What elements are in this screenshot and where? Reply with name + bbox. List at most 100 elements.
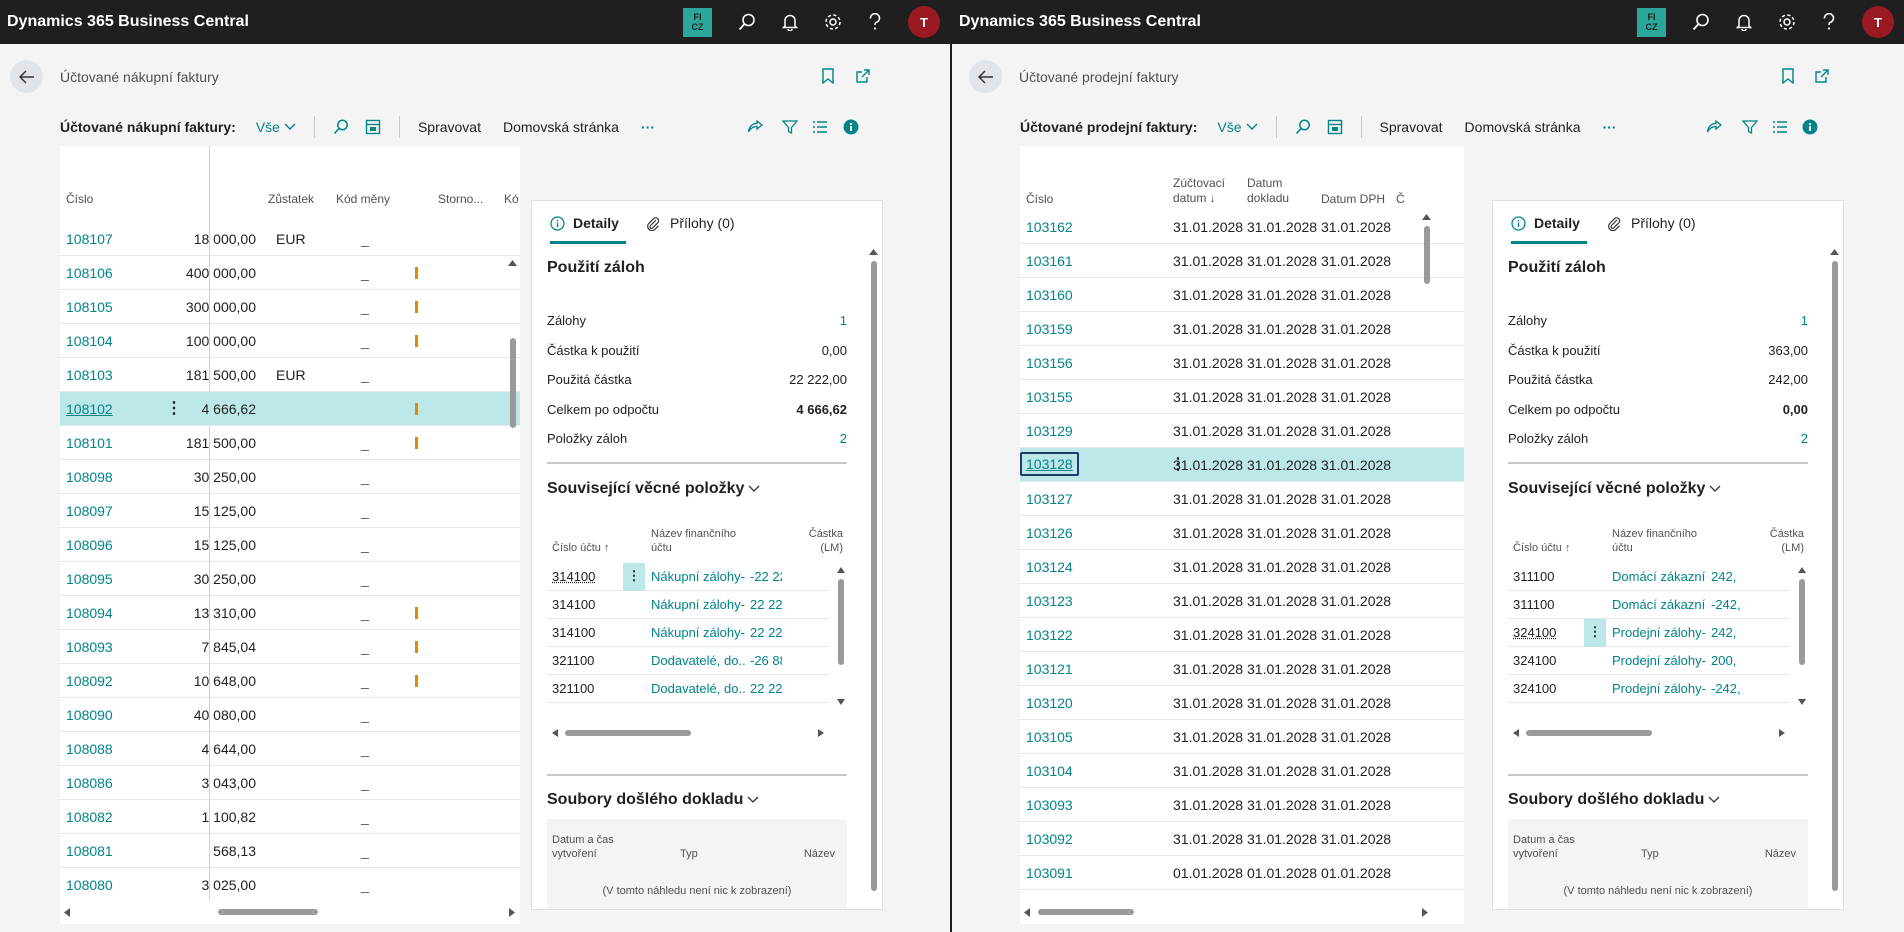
amount-link[interactable]: -26 88 — [750, 653, 782, 668]
table-row[interactable]: 103129 31.01.2028 31.01.2028 31.01.2028 — [1020, 414, 1464, 448]
scroll-up-arrow[interactable] — [1798, 567, 1806, 573]
account-name-link[interactable]: Domácí zákazníc... — [1612, 597, 1706, 612]
invoice-number-link[interactable]: 103160 — [1026, 287, 1073, 303]
gear-icon[interactable] — [1778, 13, 1796, 31]
scroll-left-arrow[interactable] — [64, 908, 70, 917]
gl-entry-row[interactable]: 324100 Prodejní zálohy-... -242, — [1508, 675, 1790, 703]
scroll-right-arrow[interactable] — [1779, 729, 1785, 737]
scroll-up-arrow[interactable] — [1830, 249, 1839, 255]
amount-link[interactable]: 22 22 — [750, 681, 782, 696]
account-no-cell[interactable]: 324100 — [1513, 681, 1556, 696]
invoice-number-link[interactable]: 108082 — [66, 809, 113, 825]
row-menu-icon[interactable]: ⋮ — [1584, 619, 1606, 647]
invoice-number-link[interactable]: 108097 — [66, 503, 113, 519]
account-no-cell[interactable]: 321100 — [552, 653, 594, 668]
share-icon[interactable] — [747, 119, 763, 135]
col-document-date[interactable]: Datum dokladu — [1247, 176, 1289, 206]
related-gl-entries-header[interactable]: Související věcné položky — [547, 480, 760, 498]
invoice-number-link[interactable]: 103124 — [1026, 559, 1073, 575]
table-row[interactable]: 103155 31.01.2028 31.01.2028 31.01.2028 — [1020, 380, 1464, 414]
user-avatar[interactable]: T — [908, 6, 940, 38]
account-no-cell[interactable]: 324100 — [1513, 653, 1556, 668]
filter-dropdown[interactable]: Vše — [256, 119, 296, 135]
table-row[interactable]: 103093 31.01.2028 31.01.2028 31.01.2028 — [1020, 788, 1464, 822]
bookmark-icon[interactable] — [1782, 68, 1794, 84]
scroll-left-arrow[interactable] — [1024, 908, 1030, 917]
home-menu[interactable]: Domovská stránka — [503, 119, 619, 135]
back-button[interactable] — [969, 60, 1002, 93]
edit-list-icon[interactable] — [1327, 119, 1343, 135]
vertical-scrollbar[interactable] — [838, 579, 844, 665]
table-row[interactable]: 103105 31.01.2028 31.01.2028 31.01.2028 — [1020, 720, 1464, 754]
col-created[interactable]: Datum a čas vytvoření — [552, 833, 614, 861]
tab-attachments[interactable]: Přílohy (0) — [646, 215, 735, 231]
amount-link[interactable]: -242, — [1711, 597, 1743, 612]
invoice-number-link[interactable]: 108094 — [66, 605, 113, 621]
manage-menu[interactable]: Spravovat — [418, 119, 481, 135]
tab-details[interactable]: Detaily — [550, 215, 619, 231]
table-row[interactable]: 108090 40 080,00 _ — [60, 698, 520, 732]
table-row[interactable]: 108095 30 250,00 _ — [60, 562, 520, 596]
field-value[interactable]: 1 — [840, 313, 847, 328]
account-no-cell[interactable]: 311100 — [1513, 597, 1554, 612]
invoice-number-link[interactable]: 108086 — [66, 775, 113, 791]
table-row[interactable]: 108086 3 043,00 _ — [60, 766, 520, 800]
invoice-number-link[interactable]: 108095 — [66, 571, 113, 587]
table-row[interactable]: 103121 31.01.2028 31.01.2028 31.01.2028 — [1020, 652, 1464, 686]
invoice-number-link[interactable]: 103093 — [1026, 797, 1073, 813]
invoice-number-link[interactable]: 108101 — [66, 435, 113, 451]
col-type[interactable]: Typ — [1641, 847, 1659, 861]
table-row[interactable]: 108093 7 845,04 _ — [60, 630, 520, 664]
bookmark-icon[interactable] — [822, 68, 834, 84]
horizontal-scrollbar[interactable] — [218, 909, 318, 915]
invoice-number-link[interactable]: 108090 — [66, 707, 113, 723]
table-row[interactable]: 103162 31.01.2028 31.01.2028 31.01.2028 — [1020, 210, 1464, 244]
invoice-number-link[interactable]: 103155 — [1026, 389, 1073, 405]
account-name-link[interactable]: Dodavatelé, do... — [651, 653, 745, 668]
invoice-number-link[interactable]: 108092 — [66, 673, 113, 689]
invoice-number-link[interactable]: 108098 — [66, 469, 113, 485]
scroll-right-arrow[interactable] — [818, 729, 824, 737]
invoice-number-link[interactable]: 108106 — [66, 265, 113, 281]
invoice-number-link[interactable]: 103127 — [1026, 491, 1073, 507]
app-title[interactable]: Dynamics 365 Business Central — [0, 13, 249, 31]
col-name[interactable]: Název — [1765, 847, 1796, 861]
table-row[interactable]: 103091 01.01.2028 01.01.2028 01.01.2028 — [1020, 856, 1464, 890]
table-row[interactable]: 103122 31.01.2028 31.01.2028 31.01.2028 — [1020, 618, 1464, 652]
col-account-name[interactable]: Název finančního účtu — [651, 527, 736, 555]
company-badge[interactable]: FI CZ — [683, 7, 712, 37]
list-view-icon[interactable] — [812, 119, 828, 135]
table-row[interactable]: 103124 31.01.2028 31.01.2028 31.01.2028 — [1020, 550, 1464, 584]
field-value[interactable]: 2 — [840, 431, 847, 446]
scroll-up-arrow[interactable] — [508, 260, 517, 266]
vertical-scrollbar[interactable] — [1832, 261, 1838, 891]
invoice-number-link[interactable]: 108096 — [66, 537, 113, 553]
scroll-left-arrow[interactable] — [1513, 729, 1519, 737]
gl-entry-row[interactable]: 324100 ⋮ Prodejní zálohy-... 242, — [1508, 619, 1790, 647]
bell-icon[interactable] — [782, 13, 798, 31]
search-icon[interactable] — [1295, 119, 1311, 135]
table-row[interactable]: 108098 30 250,00 _ — [60, 460, 520, 494]
col-account-no[interactable]: Číslo účtu ↑ — [1513, 541, 1570, 555]
invoice-number-link[interactable]: 108088 — [66, 741, 113, 757]
col-number[interactable]: Číslo — [1026, 192, 1053, 206]
share-icon[interactable] — [1706, 119, 1722, 135]
invoice-number-link[interactable]: 103091 — [1026, 865, 1073, 881]
account-name-link[interactable]: Nákupní zálohy-... — [651, 569, 745, 584]
field-value[interactable]: 1 — [1801, 313, 1808, 328]
gl-entry-row[interactable]: 314100 ⋮ Nákupní zálohy-... -22 22 — [547, 563, 829, 591]
invoice-number-link[interactable]: 103123 — [1026, 593, 1073, 609]
account-name-link[interactable]: Dodavatelé, do... — [651, 681, 745, 696]
search-icon[interactable] — [1692, 13, 1710, 31]
table-row[interactable]: 103159 31.01.2028 31.01.2028 31.01.2028 — [1020, 312, 1464, 346]
table-row[interactable]: 108103 181 500,00 EUR _ — [60, 358, 520, 392]
table-row[interactable]: 108107 18 000,00 EUR _ — [60, 222, 520, 256]
table-row[interactable]: 103161 31.01.2028 31.01.2028 31.01.2028 — [1020, 244, 1464, 278]
related-gl-entries-header[interactable]: Související věcné položky — [1508, 480, 1721, 498]
more-actions-button[interactable]: ··· — [1602, 119, 1616, 135]
open-new-window-icon[interactable] — [1814, 68, 1830, 84]
amount-link[interactable]: 22 22 — [750, 597, 782, 612]
account-name-link[interactable]: Nákupní zálohy-... — [651, 597, 745, 612]
account-no-cell[interactable]: 314100 — [552, 597, 595, 612]
col-type[interactable]: Typ — [680, 847, 698, 861]
